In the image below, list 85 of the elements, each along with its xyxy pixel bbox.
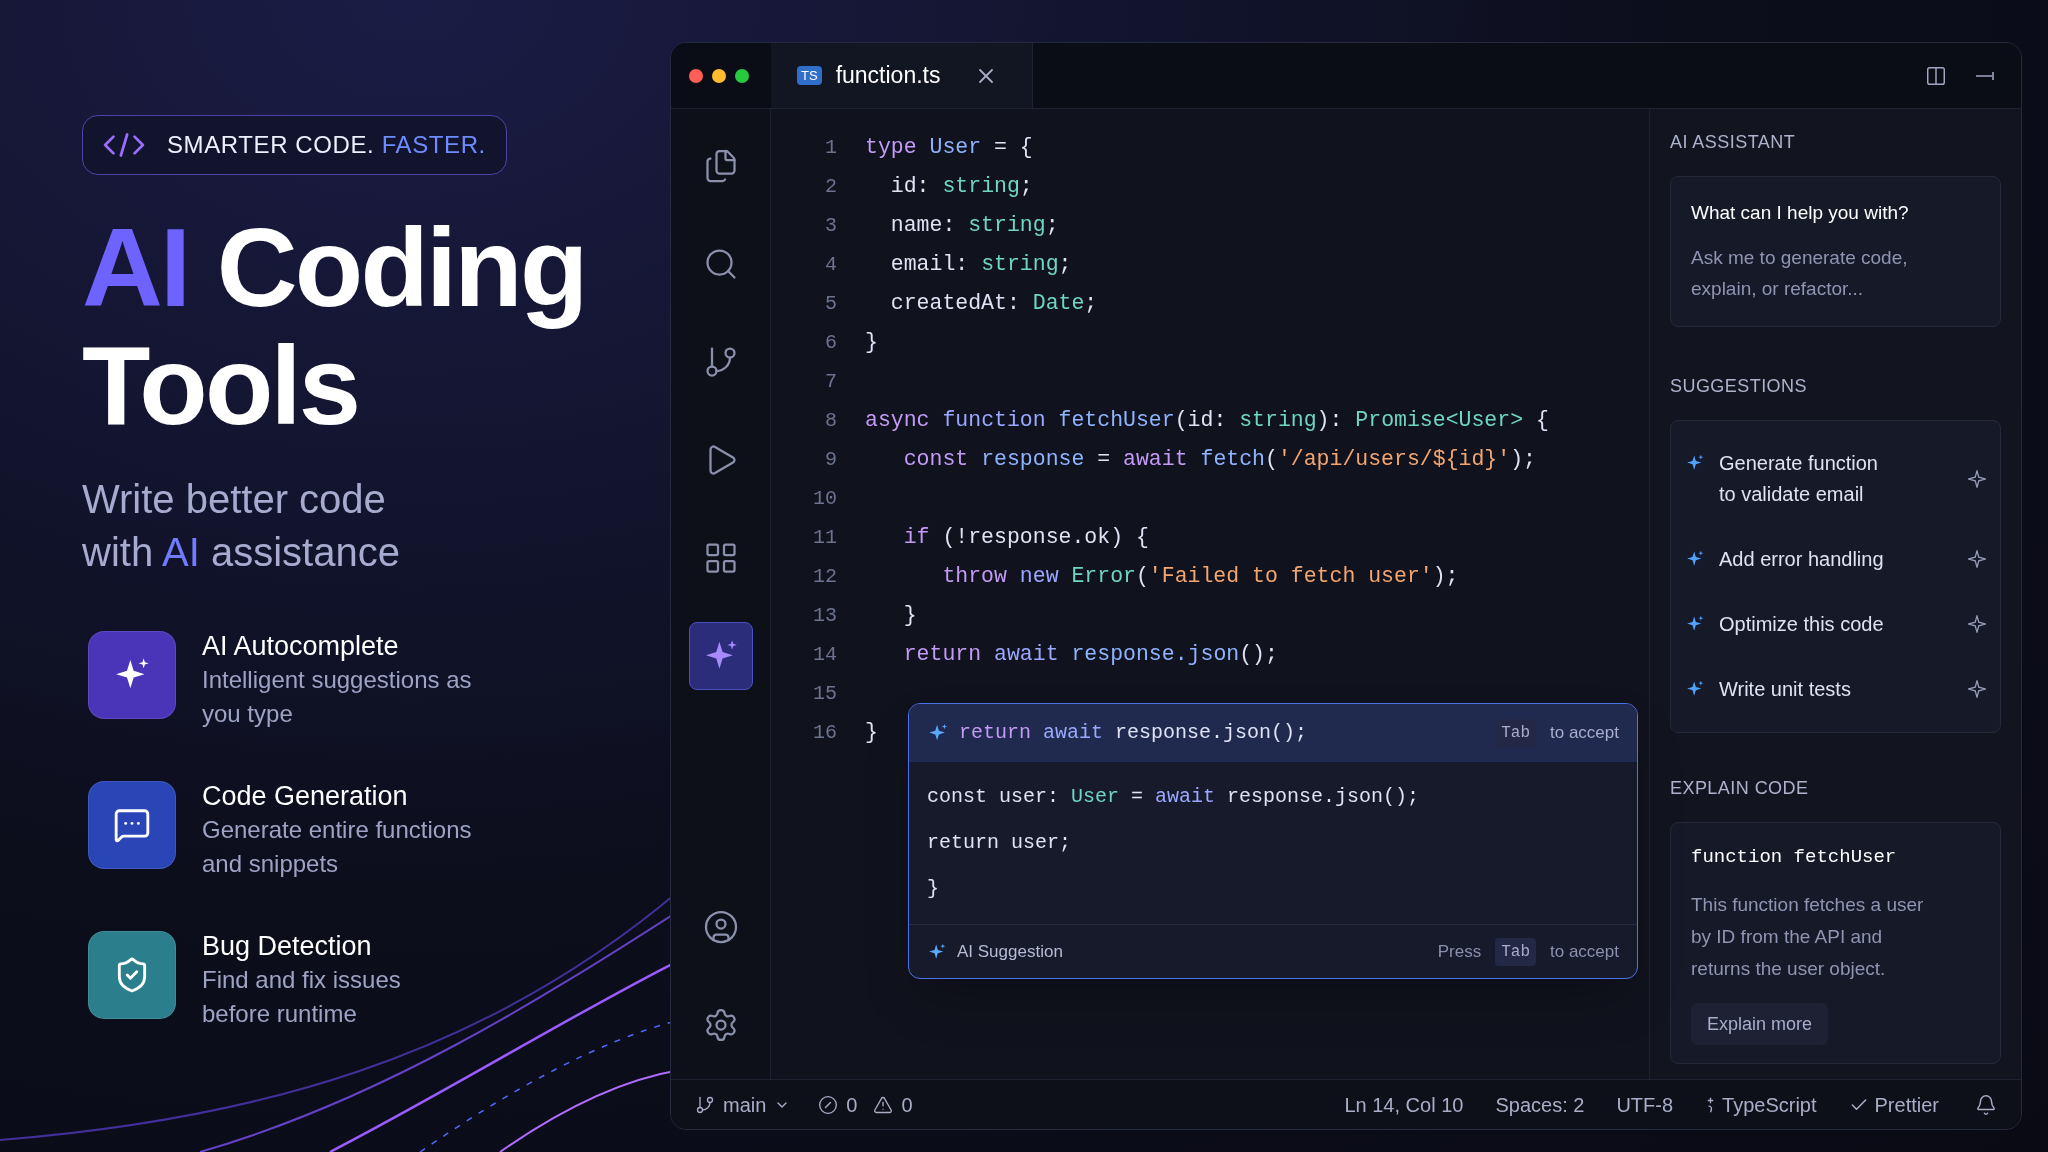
code-line: async function fetchUser(id: string): Promise<User> { <box>865 407 1549 435</box>
sparkle-outline-icon <box>1968 615 1986 633</box>
code-line: createdAt: Date; <box>889 290 1098 318</box>
line-number: 14 <box>812 641 837 668</box>
feature-description: Generate entire functions and snippets <box>202 815 473 879</box>
line-number: 5 <box>824 290 837 317</box>
hint-text: Press <box>1437 940 1482 963</box>
feature-description: Intelligent suggestions as you type <box>202 665 473 729</box>
hint-text: to accept <box>1550 940 1619 963</box>
line-number: 10 <box>812 485 837 512</box>
key-hint: Tab <box>1495 719 1536 747</box>
branch-name[interactable]: main <box>723 1089 767 1120</box>
suggestion-code: return await response.json(); <box>959 720 1308 746</box>
headline: AI Coding Tools <box>82 209 587 445</box>
code-line: return await response.json(); <box>902 641 1278 669</box>
code-line: type User = { <box>865 134 1033 162</box>
feature-title: Code Generation <box>202 780 409 813</box>
encoding[interactable]: UTF-8 <box>1616 1089 1674 1120</box>
function-name: function fetchUser <box>1691 844 1897 870</box>
warning-count[interactable]: 0 <box>901 1089 913 1120</box>
suggestion-item[interactable]: Add error handling <box>1671 526 2000 592</box>
sparkle-outline-icon <box>1968 469 1986 488</box>
tab-title: function.ts <box>835 61 941 91</box>
code-line: } <box>865 329 878 357</box>
account-icon <box>702 909 739 945</box>
key-hint: Tab <box>1495 937 1536 966</box>
suggestion-item[interactable]: Write unit tests <box>1671 656 2000 722</box>
sparkle-outline-icon <box>1968 550 1986 568</box>
line-number: 11 <box>812 524 837 551</box>
footer-label: AI Suggestion <box>957 940 1063 963</box>
collapse-icon[interactable] <box>1975 70 1995 81</box>
suggestion-item[interactable]: Optimize this code <box>1671 591 2000 657</box>
line-number: 15 <box>812 680 837 707</box>
sparkle-outline-icon <box>1968 680 1986 698</box>
prompt-heading: What can I help you with? <box>1691 201 1910 225</box>
code-line: const response = await fetch('/api/users/${id}'); <box>902 446 1536 474</box>
line-number: 2 <box>824 173 837 200</box>
line-number: 9 <box>824 446 837 473</box>
feature-description: Find and fix issues before runtime <box>202 965 402 1029</box>
code-line: email: string; <box>889 251 1072 279</box>
error-icon <box>818 1094 839 1115</box>
line-number: 13 <box>812 602 837 629</box>
code-line: throw new Error('Failed to fetch user'); <box>941 563 1459 591</box>
line-number: 4 <box>824 251 837 278</box>
hint-text: to accept <box>1550 722 1619 745</box>
activity-button[interactable] <box>688 622 753 690</box>
prompt-text: Ask me to generate code, explain, or refactor... <box>1691 245 1909 301</box>
section-title: SUGGESTIONS <box>1670 374 1808 398</box>
feature-title: AI Autocomplete <box>202 630 400 663</box>
file-type-badge: TS <box>797 66 822 85</box>
code-line: id: string; <box>889 173 1033 201</box>
code-line: name: string; <box>889 212 1059 240</box>
bell-icon[interactable] <box>1975 1093 1997 1116</box>
code-line: } <box>902 602 917 630</box>
code-icon <box>103 132 145 158</box>
language[interactable]: TypeScript <box>1722 1089 1817 1120</box>
subtitle: Write better code with AI assistance <box>82 476 401 576</box>
split-editor-icon[interactable] <box>1925 64 1947 87</box>
line-number: 12 <box>812 563 837 590</box>
code-line: const user: User = await response.json(); <box>927 784 1421 810</box>
explain-text: This function fetches a user by ID from the API and returns the user object. <box>1691 893 1924 981</box>
feature-title: Bug Detection <box>202 930 373 963</box>
file-tab[interactable]: TS function.ts <box>771 43 1033 108</box>
code-line: if (!response.ok) { <box>902 524 1149 552</box>
section-title: AI ASSISTANT <box>1670 131 1797 154</box>
code-line: } <box>865 719 878 747</box>
formatter[interactable]: Prettier <box>1874 1089 1939 1120</box>
suggestion-item[interactable]: Generate function to validate email <box>1671 430 2000 527</box>
cursor-position[interactable]: Ln 14, Col 10 <box>1344 1089 1464 1120</box>
tagline: SMARTER CODE. FASTER. <box>167 130 486 160</box>
line-number: 16 <box>812 719 837 746</box>
code-line: return user; <box>927 830 1073 856</box>
indentation[interactable]: Spaces: 2 <box>1495 1089 1585 1120</box>
section-title: EXPLAIN CODE <box>1670 776 1810 800</box>
branch-icon <box>695 1094 715 1115</box>
explain-more-button[interactable]: Explain more <box>1691 1003 1829 1045</box>
chat-icon <box>113 806 151 844</box>
line-number: 8 <box>824 407 837 434</box>
line-number: 1 <box>824 134 837 161</box>
line-number: 7 <box>824 368 837 395</box>
code-line: } <box>927 876 940 902</box>
warning-icon <box>873 1094 894 1115</box>
line-number: 3 <box>824 212 837 239</box>
line-number: 6 <box>824 329 837 356</box>
error-count[interactable]: 0 <box>846 1089 858 1120</box>
